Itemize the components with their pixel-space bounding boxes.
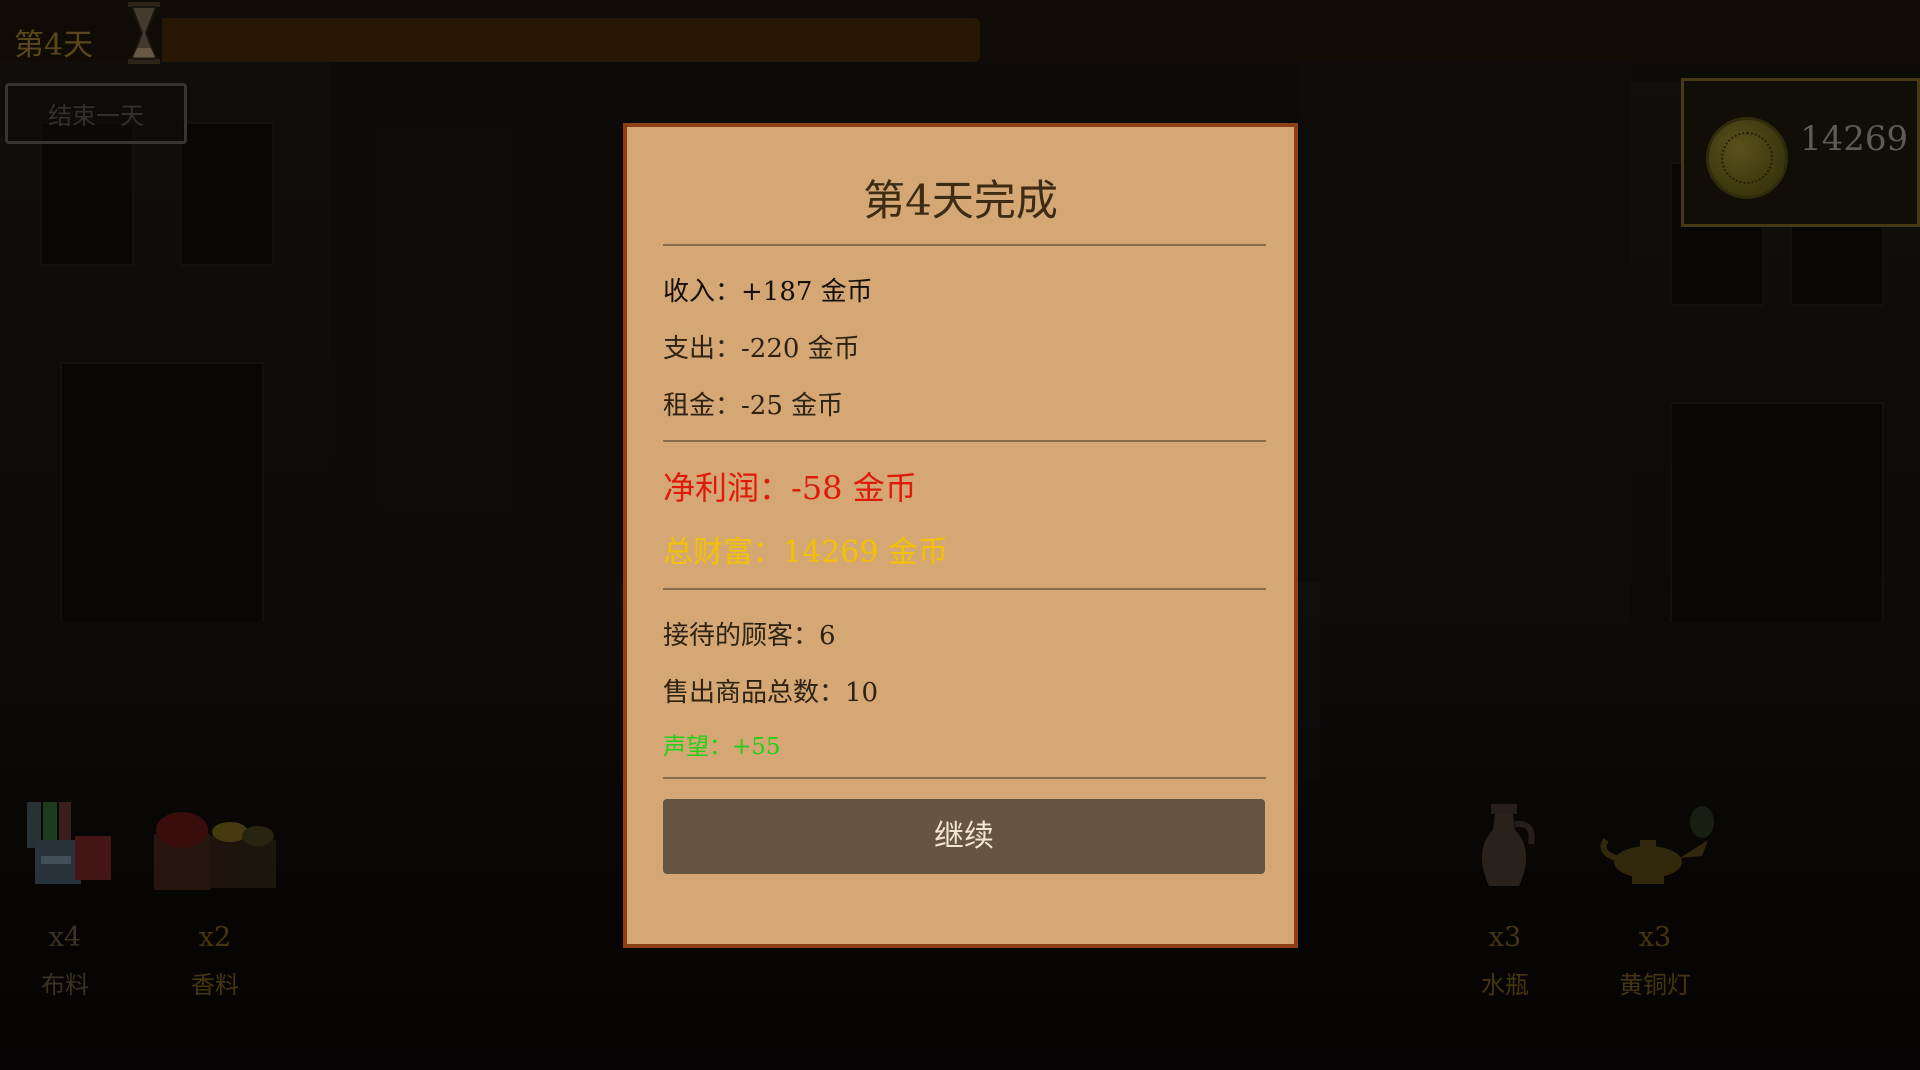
total-wealth-row: 总财富：14269 金币 bbox=[663, 535, 948, 570]
continue-button[interactable]: 继续 bbox=[663, 799, 1265, 874]
divider bbox=[663, 440, 1266, 442]
dialog-title: 第4天完成 bbox=[863, 176, 1058, 225]
reputation-row: 声望：+55 bbox=[663, 734, 781, 760]
customers-row: 接待的顾客：6 bbox=[663, 621, 836, 651]
day-summary-dialog: 第4天完成 收入：+187 金币 支出：-220 金币 租金：-25 金币 净利… bbox=[623, 123, 1298, 948]
divider bbox=[663, 588, 1266, 590]
expense-row: 支出：-220 金币 bbox=[663, 334, 860, 364]
items-sold-row: 售出商品总数：10 bbox=[663, 678, 879, 708]
net-profit-row: 净利润：-58 金币 bbox=[663, 469, 917, 507]
divider bbox=[663, 777, 1266, 779]
divider bbox=[663, 244, 1266, 246]
rent-row: 租金：-25 金币 bbox=[663, 391, 844, 421]
income-row: 收入：+187 金币 bbox=[663, 277, 873, 307]
